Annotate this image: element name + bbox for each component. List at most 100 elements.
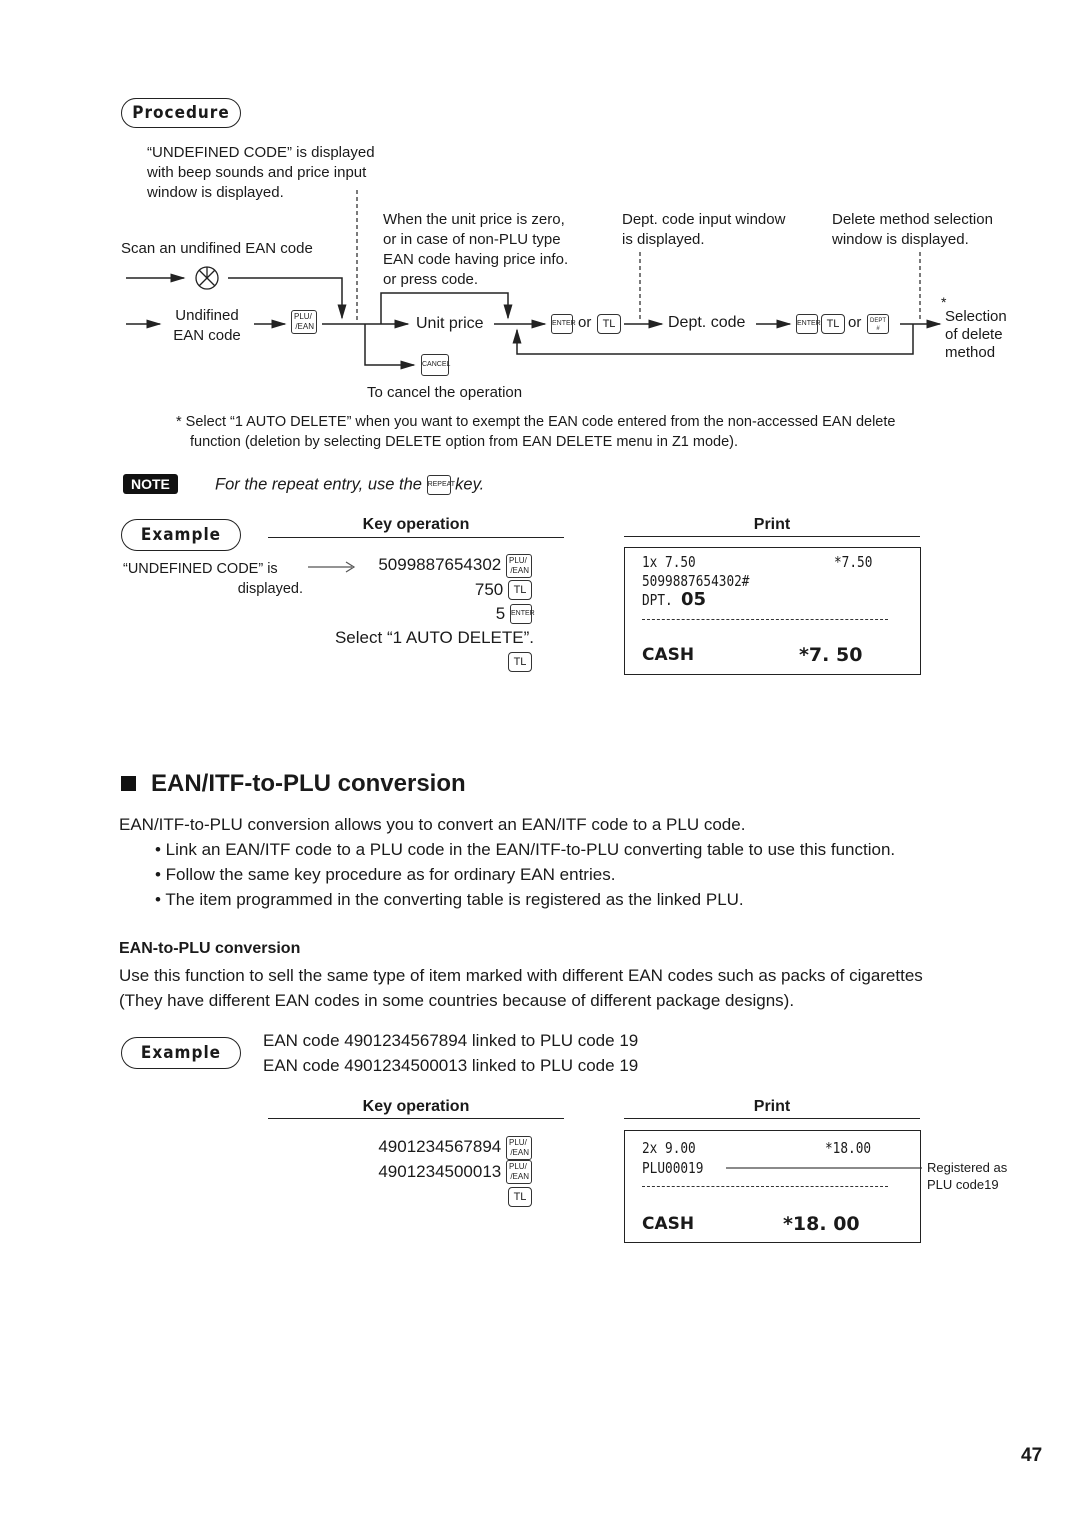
note-line: or in case of non-PLU type bbox=[383, 231, 561, 248]
sub-section-title: EAN-to-PLU conversion bbox=[119, 940, 301, 957]
step-value: 5 bbox=[495, 603, 506, 623]
selection-label: Selection of delete method bbox=[945, 308, 1007, 362]
key-label: PLU/ bbox=[509, 1162, 527, 1172]
undefined-code-note: “UNDEFINED CODE” is displayed with beep … bbox=[147, 143, 375, 203]
tl-key: TL bbox=[508, 580, 532, 601]
note-badge: NOTE bbox=[123, 474, 178, 494]
receipt-example2: 2x 9.00 *18.00 PLU00019 CASH *18. 00 bbox=[624, 1130, 921, 1243]
key-operation-header: Key operation bbox=[362, 516, 470, 533]
receipt-separator bbox=[642, 619, 888, 620]
section-bullet: • Link an EAN/ITF code to a PLU code in … bbox=[155, 840, 896, 859]
label-line: Selection bbox=[945, 308, 1007, 325]
key-label: # bbox=[876, 326, 880, 332]
note-line: window is displayed. bbox=[832, 231, 969, 248]
receipt-amount: *7.50 bbox=[834, 553, 873, 571]
scanner-icon bbox=[195, 266, 219, 290]
receipt-plu-code: PLU00019 bbox=[642, 1159, 707, 1177]
step-value: 5099887654302 bbox=[378, 555, 502, 574]
key-step: 750 TL bbox=[300, 578, 532, 602]
undefined-ean-label: Undifined EAN code bbox=[165, 306, 249, 346]
unit-price-label: Unit price bbox=[416, 315, 484, 332]
section-bullet-square bbox=[121, 776, 136, 791]
receipt-total-label: CASH bbox=[642, 1214, 695, 1234]
delete-window-note: Delete method selection window is displa… bbox=[832, 210, 993, 250]
key-label: /EAN bbox=[510, 1147, 529, 1157]
divider bbox=[624, 1118, 920, 1119]
key-label: DEPT bbox=[869, 318, 886, 324]
note-line: window is displayed. bbox=[147, 184, 284, 201]
tl-key: TL bbox=[821, 314, 845, 334]
note-line: or press code. bbox=[383, 271, 479, 288]
label-line: of delete bbox=[945, 326, 1003, 343]
key-step: 4901234500013 PLU//EAN bbox=[300, 1160, 532, 1185]
key-step: Select “1 AUTO DELETE”. bbox=[300, 626, 534, 650]
receipt-dept-prefix: DPT. bbox=[642, 591, 673, 609]
step-value: Select “1 AUTO DELETE”. bbox=[334, 627, 534, 647]
key-label: /EAN bbox=[295, 322, 314, 331]
step-value: 750 bbox=[474, 579, 504, 599]
registered-annotation: Registered as PLU code19 bbox=[927, 1159, 1007, 1193]
label-line: Undifined bbox=[175, 307, 239, 324]
label-line: EAN code bbox=[173, 327, 241, 344]
enter-key: ENTER bbox=[551, 314, 576, 334]
example1-key-steps: 5099887654302 PLU//EAN 750 TL 5 ENTER Se… bbox=[300, 553, 535, 674]
plu-ean-key: PLU//EAN bbox=[506, 1135, 532, 1160]
note-text: For the repeat entry, use the REPEAT key… bbox=[215, 475, 484, 495]
undefined-code-side-note: “UNDEFINED CODE” is displayed. bbox=[123, 559, 303, 599]
receipt-total-value: *18. 00 bbox=[783, 1213, 860, 1235]
section-title: EAN/ITF-to-PLU conversion bbox=[151, 770, 466, 797]
receipt-example1: 1x 7.50 *7.50 5099887654302# DPT. 05 CAS… bbox=[624, 547, 921, 675]
sub-section-text: (They have different EAN codes in some c… bbox=[119, 991, 795, 1010]
cancel-key: CANCEL bbox=[421, 354, 450, 376]
note-text-before: For the repeat entry, use the bbox=[215, 475, 422, 494]
divider bbox=[268, 1118, 564, 1119]
key-step: 4901234567894 PLU//EAN bbox=[300, 1135, 532, 1160]
key-label: PLU/ bbox=[509, 555, 527, 565]
receipt-total-value: *7. 50 bbox=[799, 644, 863, 666]
divider bbox=[268, 537, 564, 538]
zero-price-note: When the unit price is zero, or in case … bbox=[383, 210, 568, 290]
plu-ean-key: PLU//EAN bbox=[506, 553, 532, 578]
procedure-badge: Procedure bbox=[121, 98, 241, 128]
example2-line: EAN code 4901234567894 linked to PLU cod… bbox=[263, 1031, 639, 1050]
receipt-qty-price: 1x 7.50 bbox=[642, 553, 696, 571]
cancel-caption: To cancel the operation bbox=[367, 384, 523, 401]
tl-key: TL bbox=[508, 652, 532, 673]
divider bbox=[624, 536, 920, 537]
dept-key: DEPT # bbox=[867, 314, 889, 334]
note-line: EAN code having price info. bbox=[383, 251, 569, 268]
note-row: NOTE bbox=[123, 474, 178, 494]
dept-code-label: Dept. code bbox=[668, 314, 746, 331]
enter-key: ENTER bbox=[796, 314, 821, 334]
note-line: is displayed. bbox=[622, 231, 705, 248]
print-header: Print bbox=[753, 516, 791, 533]
label-line: method bbox=[945, 344, 996, 361]
receipt-qty-price: 2x 9.00 bbox=[642, 1139, 696, 1157]
print-header: Print bbox=[753, 1098, 791, 1115]
annotation-line: Registered as bbox=[927, 1160, 1008, 1175]
page-number: 47 bbox=[1021, 1445, 1043, 1466]
note-line: Dept. code input window bbox=[622, 211, 786, 228]
receipt-ean-code: 5099887654302# bbox=[642, 572, 750, 590]
section-bullet: • The item programmed in the converting … bbox=[155, 890, 744, 909]
enter-key: ENTER bbox=[510, 604, 535, 625]
example-badge: Example bbox=[121, 1037, 241, 1069]
note-line: Delete method selection bbox=[832, 211, 993, 228]
receipt-dept-value: 05 bbox=[681, 589, 707, 610]
key-label: /EAN bbox=[510, 1172, 529, 1182]
footnote-line: function (deletion by selecting DELETE o… bbox=[190, 434, 739, 450]
key-label: PLU/ bbox=[294, 312, 312, 321]
scan-label: Scan an undifined EAN code bbox=[121, 240, 313, 257]
receipt-separator bbox=[642, 1186, 888, 1187]
or-text: or bbox=[578, 314, 592, 331]
sub-section-text: Use this function to sell the same type … bbox=[119, 966, 923, 985]
section-bullet: • Follow the same key procedure as for o… bbox=[155, 865, 616, 884]
example2-key-steps: 4901234567894 PLU//EAN 4901234500013 PLU… bbox=[300, 1135, 532, 1208]
example2-line: EAN code 4901234500013 linked to PLU cod… bbox=[263, 1056, 639, 1075]
dept-window-note: Dept. code input window is displayed. bbox=[622, 210, 785, 250]
note-line: “UNDEFINED CODE” is bbox=[123, 561, 278, 577]
key-step: TL bbox=[300, 650, 532, 674]
tl-key: TL bbox=[597, 314, 621, 334]
key-label: PLU/ bbox=[509, 1137, 527, 1147]
receipt-amount: *18.00 bbox=[825, 1139, 872, 1157]
